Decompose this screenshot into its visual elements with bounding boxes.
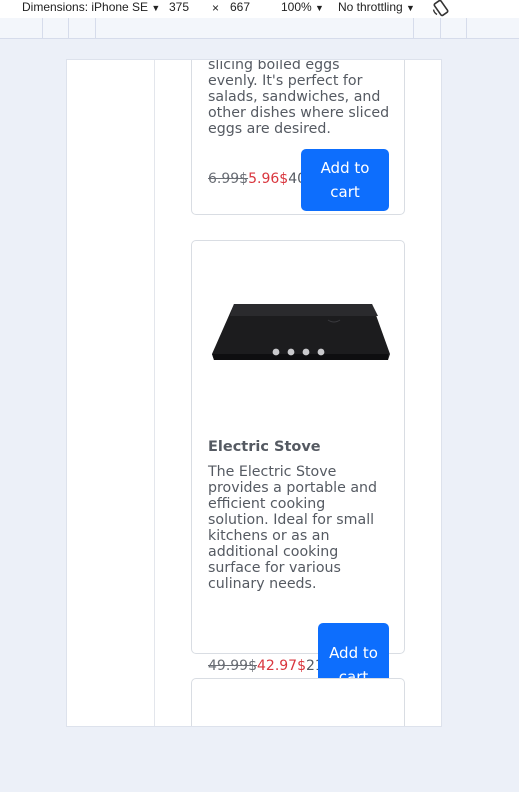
dimensions-select[interactable]: Dimensions: iPhone SE ▼ xyxy=(22,0,160,16)
chevron-down-icon: ▼ xyxy=(315,3,324,13)
sidebar-divider xyxy=(154,60,155,726)
devtools-device-toolbar: Dimensions: iPhone SE ▼ 375 × 667 100% ▼… xyxy=(0,0,519,18)
electric-stove-image xyxy=(208,296,390,376)
zoom-select[interactable]: 100% ▼ xyxy=(281,0,324,16)
sale-price: 5.96$ xyxy=(248,171,289,187)
devtools-ruler xyxy=(0,18,519,39)
sale-price: 42.97$ xyxy=(257,658,306,674)
product-price: 49.99$42.97$21 xyxy=(208,658,324,674)
product-title: Electric Stove xyxy=(208,439,321,455)
width-input[interactable]: 375 xyxy=(169,0,189,15)
old-price: 6.99$ xyxy=(208,171,249,187)
device-viewport: slicing boiled eggs evenly. It's perfect… xyxy=(66,59,442,727)
times-icon: × xyxy=(212,1,220,15)
product-price: 6.99$5.96$40 xyxy=(208,171,306,187)
product-card: Electric Stove The Electric Stove provid… xyxy=(191,240,405,654)
chevron-down-icon: ▼ xyxy=(406,3,415,13)
product-card xyxy=(191,678,405,726)
height-input[interactable]: 667 xyxy=(230,0,250,15)
old-price: 49.99$ xyxy=(208,658,257,674)
throttling-select[interactable]: No throttling ▼ xyxy=(338,0,415,16)
product-card: slicing boiled eggs evenly. It's perfect… xyxy=(191,59,405,215)
chevron-down-icon: ▼ xyxy=(151,3,161,13)
add-to-cart-button[interactable]: Add to cart xyxy=(301,149,389,211)
product-description: The Electric Stove provides a portable a… xyxy=(208,464,378,592)
product-description: slicing boiled eggs evenly. It's perfect… xyxy=(208,59,390,137)
